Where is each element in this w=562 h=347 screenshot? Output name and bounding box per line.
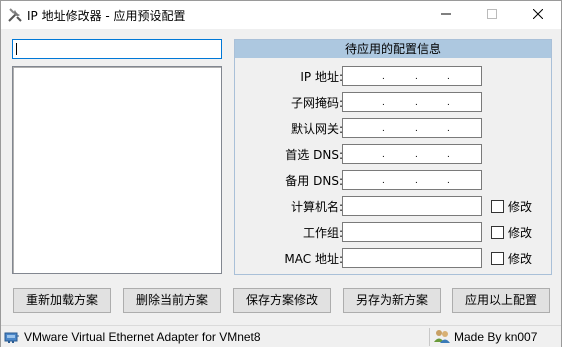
users-icon [434, 328, 450, 347]
title-bar[interactable]: IP 地址修改器 - 应用预设配置 [1, 1, 561, 29]
window-title: IP 地址修改器 - 应用预设配置 [27, 9, 186, 23]
checkbox-label: 修改 [508, 225, 533, 240]
default-gateway-input[interactable]: ... [342, 118, 482, 138]
mac-address-modify-checkbox[interactable]: 修改 [491, 249, 541, 267]
text-caret [16, 43, 17, 55]
maximize-icon [487, 8, 497, 22]
workgroup-input[interactable] [342, 222, 482, 242]
ip-address-input[interactable]: ... [342, 66, 482, 86]
workgroup-modify-checkbox[interactable]: 修改 [491, 223, 541, 241]
close-icon [532, 8, 544, 22]
scheme-name-input[interactable] [12, 39, 222, 59]
save-as-new-scheme-button[interactable]: 另存为新方案 [343, 288, 441, 313]
credit-text: Made By kn007 [454, 330, 538, 344]
checkbox-box[interactable] [491, 251, 504, 265]
default-gateway-label: 默认网关: [290, 122, 343, 136]
computer-name-modify-checkbox[interactable]: 修改 [491, 197, 541, 215]
config-group: 待应用的配置信息 IP 地址: ... 子网掩码: ... 默认网关: ... … [234, 39, 552, 275]
alternate-dns-input[interactable]: ... [342, 170, 482, 190]
checkbox-box[interactable] [491, 225, 504, 239]
primary-dns-label: 首选 DNS: [285, 148, 343, 162]
computer-name-label: 计算机名: [290, 200, 343, 214]
checkbox-box[interactable] [491, 199, 504, 213]
primary-dns-input[interactable]: ... [342, 144, 482, 164]
checkbox-label: 修改 [508, 199, 533, 214]
minimize-button[interactable] [423, 1, 469, 29]
credit-status: Made By kn007 [429, 328, 559, 346]
reload-scheme-button[interactable]: 重新加载方案 [13, 288, 111, 313]
subnet-mask-input[interactable]: ... [342, 92, 482, 112]
status-bar: VMware Virtual Ethernet Adapter for VMne… [1, 325, 561, 347]
minimize-icon [441, 8, 451, 22]
save-scheme-button[interactable]: 保存方案修改 [233, 288, 331, 313]
close-button[interactable] [515, 1, 561, 29]
mac-address-input[interactable] [342, 248, 482, 268]
checkbox-label: 修改 [508, 251, 533, 266]
workgroup-label: 工作组: [302, 226, 343, 240]
mac-address-label: MAC 地址: [284, 252, 343, 266]
maximize-button[interactable] [469, 1, 515, 29]
scheme-list[interactable] [12, 66, 222, 274]
delete-scheme-button[interactable]: 删除当前方案 [123, 288, 221, 313]
subnet-mask-label: 子网掩码: [290, 96, 343, 110]
tools-icon [7, 7, 23, 23]
apply-config-button[interactable]: 应用以上配置 [452, 288, 550, 313]
computer-name-input[interactable] [342, 196, 482, 216]
config-group-header: 待应用的配置信息 [235, 40, 551, 58]
main-window: IP 地址修改器 - 应用预设配置 待应用的配置信息 IP 地址: ... 子网… [0, 0, 562, 347]
adapter-name: VMware Virtual Ethernet Adapter for VMne… [24, 330, 261, 344]
ip-address-label: IP 地址: [300, 70, 343, 84]
network-adapter-icon [4, 328, 20, 347]
alternate-dns-label: 备用 DNS: [285, 174, 343, 188]
adapter-status[interactable]: VMware Virtual Ethernet Adapter for VMne… [4, 328, 424, 346]
